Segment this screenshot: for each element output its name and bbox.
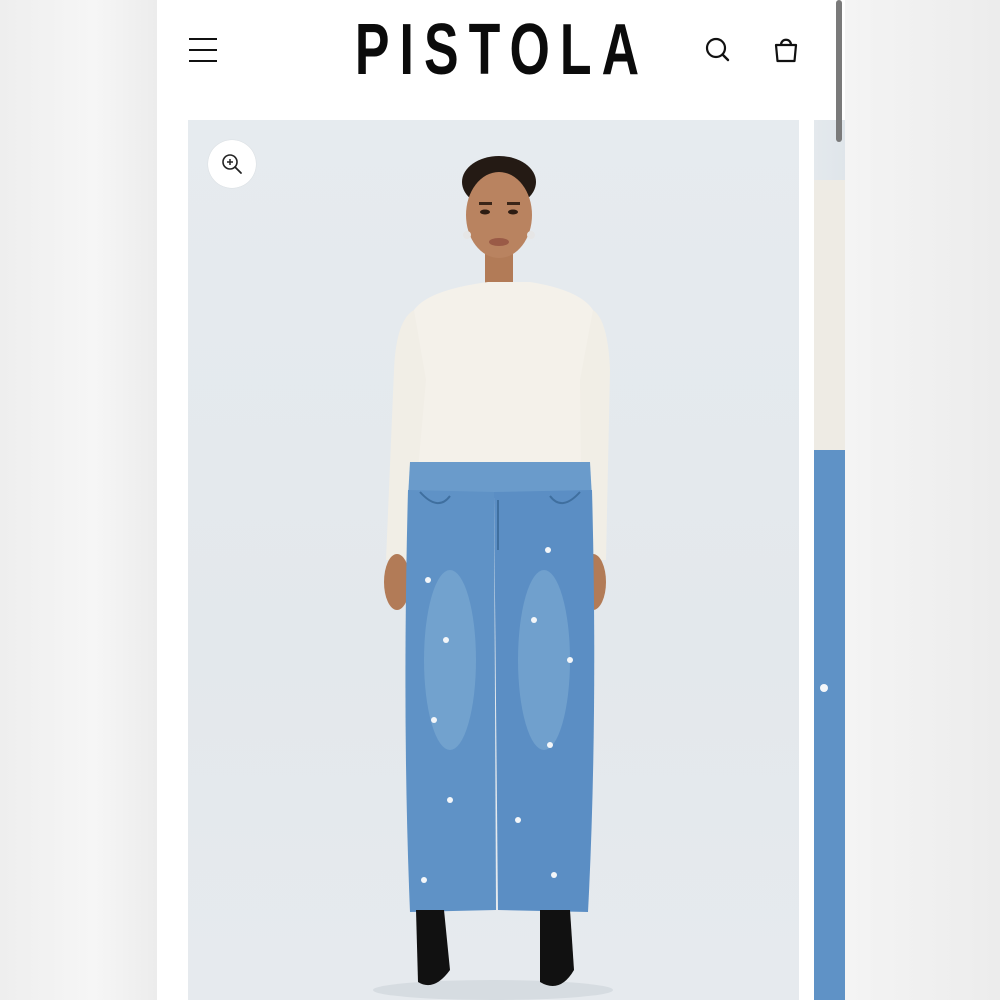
search-icon[interactable] <box>700 32 736 68</box>
right-backdrop <box>845 0 1000 1000</box>
next-product-image-peek[interactable] <box>814 120 845 1000</box>
zoom-in-icon[interactable] <box>208 140 256 188</box>
site-header: PISTOLA <box>157 0 845 100</box>
left-backdrop <box>0 0 157 1000</box>
scrollbar[interactable] <box>836 0 842 142</box>
model-photo <box>373 156 613 1000</box>
product-image[interactable] <box>188 120 799 1000</box>
brand-logo[interactable]: PISTOLA <box>355 4 639 96</box>
mobile-page: PISTOLA <box>157 0 845 1000</box>
next-image-photo <box>814 180 845 1000</box>
hamburger-menu-icon[interactable] <box>187 34 219 66</box>
shopping-bag-icon[interactable] <box>768 32 804 68</box>
